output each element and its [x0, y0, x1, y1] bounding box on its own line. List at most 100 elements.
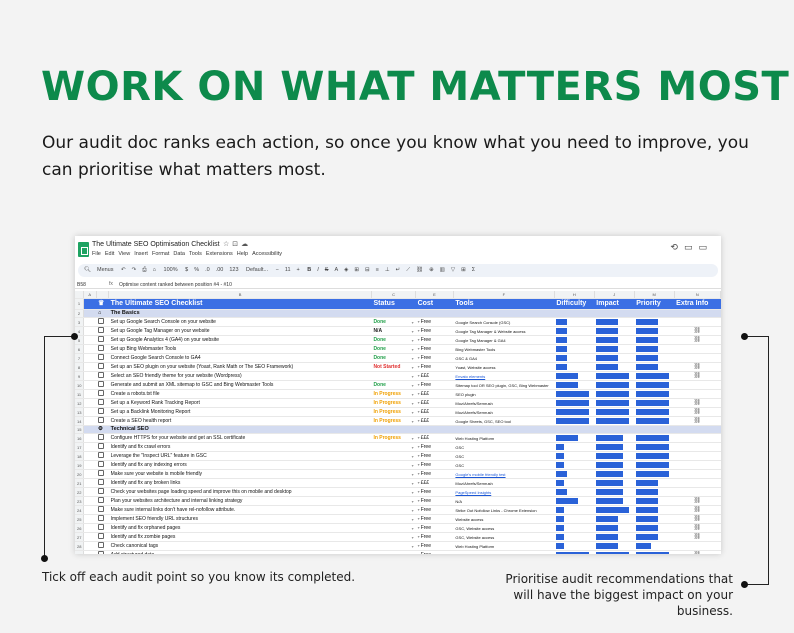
header-tools[interactable]: Tools: [453, 298, 555, 310]
checkbox[interactable]: [98, 372, 105, 379]
priority-cell[interactable]: [634, 389, 675, 399]
row-number[interactable]: 1: [75, 298, 84, 310]
row-number[interactable]: 23: [75, 496, 84, 506]
tools-cell[interactable]: Structured Data Markup Helper: [453, 550, 555, 554]
impact-cell[interactable]: [594, 523, 635, 533]
impact-cell[interactable]: [594, 514, 635, 524]
checkbox-cell[interactable]: [96, 478, 109, 488]
extra-info-cell[interactable]: [674, 433, 721, 443]
checkbox[interactable]: [98, 452, 105, 459]
difficulty-cell[interactable]: [554, 380, 595, 390]
checkbox-cell[interactable]: [96, 523, 109, 533]
task-cell[interactable]: Implement SEO friendly URL structures: [108, 514, 372, 524]
row-number[interactable]: 17: [75, 442, 84, 452]
extra-info-cell[interactable]: ⛓: [674, 523, 721, 533]
checkbox[interactable]: [98, 542, 105, 549]
task-cell[interactable]: Create a robots.txt file: [108, 389, 372, 399]
cost-cell[interactable]: ▾ £££: [415, 398, 454, 408]
impact-cell[interactable]: [594, 380, 635, 390]
impact-cell[interactable]: [594, 416, 635, 426]
difficulty-cell[interactable]: [554, 514, 595, 524]
task-cell[interactable]: Make sure internal links don't have rel-…: [108, 505, 372, 515]
difficulty-cell[interactable]: [554, 541, 595, 551]
valign-icon[interactable]: ⊥: [385, 267, 390, 273]
checkbox[interactable]: [98, 461, 105, 468]
extra-info-cell[interactable]: [674, 541, 721, 551]
dropdown-arrow-icon[interactable]: ▾: [412, 409, 414, 416]
task-cell[interactable]: Add structured data: [108, 550, 372, 554]
extra-info-cell[interactable]: [674, 442, 721, 452]
dropdown-arrow-icon[interactable]: ▾: [412, 498, 414, 505]
dropdown-arrow-icon[interactable]: ▾: [412, 525, 414, 532]
menu-view[interactable]: View: [118, 251, 130, 257]
history-icon[interactable]: ⟲: [670, 243, 684, 253]
impact-cell[interactable]: [594, 532, 635, 542]
decrease-decimal-button[interactable]: .0: [205, 267, 210, 273]
cost-cell[interactable]: ▾ £££: [415, 478, 454, 488]
status-cell[interactable]: Done ▾: [371, 380, 416, 390]
menu-help[interactable]: Help: [237, 251, 248, 257]
extra-info-cell[interactable]: [674, 317, 721, 327]
row-number[interactable]: 22: [75, 487, 84, 497]
impact-cell[interactable]: [594, 317, 635, 327]
checkbox-cell[interactable]: [96, 442, 109, 452]
status-cell[interactable]: In Progress ▾: [371, 398, 416, 408]
task-cell[interactable]: Set up Google Search Console on your web…: [108, 317, 372, 327]
extra-info-cell[interactable]: [674, 451, 721, 461]
checkbox-cell[interactable]: [96, 532, 109, 542]
task-cell[interactable]: Set up an SEO plugin on your website (Yo…: [108, 362, 372, 372]
dropdown-arrow-icon[interactable]: ▾: [412, 319, 414, 326]
checkbox-cell[interactable]: [96, 496, 109, 506]
checkbox[interactable]: [98, 345, 105, 352]
impact-cell[interactable]: [594, 335, 635, 345]
link-icon[interactable]: ⛓: [676, 418, 718, 425]
checkbox[interactable]: [98, 318, 105, 325]
impact-cell[interactable]: [594, 496, 635, 506]
difficulty-cell[interactable]: [554, 433, 595, 443]
section-title[interactable]: Technical SEO: [108, 425, 721, 434]
col-letter[interactable]: H: [554, 291, 595, 299]
status-cell[interactable]: ▾: [371, 478, 416, 488]
priority-cell[interactable]: [634, 362, 675, 372]
task-cell[interactable]: Set up Google Analytics 4 (GA4) on your …: [108, 335, 372, 345]
link-icon[interactable]: ⛓: [676, 409, 718, 416]
status-cell[interactable]: ▾: [371, 550, 416, 554]
task-cell[interactable]: Check your websites page loading speed a…: [108, 487, 372, 497]
priority-cell[interactable]: [634, 532, 675, 542]
cost-cell[interactable]: ▾ £££: [415, 371, 454, 381]
checkbox[interactable]: [98, 488, 105, 495]
status-cell[interactable]: Done ▾: [371, 353, 416, 363]
dropdown-arrow-icon[interactable]: ▾: [412, 328, 414, 335]
chart-icon[interactable]: ▥: [440, 267, 445, 273]
impact-cell[interactable]: [594, 442, 635, 452]
priority-cell[interactable]: [634, 451, 675, 461]
bold-icon[interactable]: B: [307, 267, 311, 273]
paint-format-icon[interactable]: ⌂: [153, 267, 156, 273]
extra-info-cell[interactable]: ⛓: [674, 398, 721, 408]
extra-info-cell[interactable]: [674, 380, 721, 390]
cost-cell[interactable]: ▾ Free: [415, 442, 454, 452]
task-cell[interactable]: Set up a Backlink Monitoring Report: [108, 407, 372, 417]
tools-cell[interactable]: PageSpeed Insights: [453, 487, 555, 497]
borders-icon[interactable]: ⊞: [354, 267, 359, 273]
col-letter[interactable]: B: [108, 291, 372, 299]
checkbox[interactable]: [98, 443, 105, 450]
checkbox[interactable]: [98, 551, 105, 554]
extra-info-cell[interactable]: [674, 478, 721, 488]
currency-button[interactable]: $: [185, 267, 188, 273]
cloud-icon[interactable]: ☁: [241, 240, 251, 248]
dropdown-arrow-icon[interactable]: ▾: [412, 543, 414, 550]
impact-cell[interactable]: [594, 353, 635, 363]
filter-icon[interactable]: ▽: [451, 267, 455, 273]
status-cell[interactable]: Not Started ▾: [371, 362, 416, 372]
cost-cell[interactable]: ▾ Free: [415, 523, 454, 533]
checkbox[interactable]: [98, 363, 105, 370]
row-number[interactable]: 27: [75, 532, 84, 542]
text-color-icon[interactable]: A: [334, 267, 338, 273]
header-title[interactable]: The Ultimate SEO Checklist: [108, 298, 372, 310]
checkbox-cell[interactable]: [96, 541, 109, 551]
header-priority[interactable]: Priority: [634, 298, 675, 310]
checkbox[interactable]: [98, 408, 105, 415]
checkbox-cell[interactable]: [96, 398, 109, 408]
checkbox-cell[interactable]: [96, 380, 109, 390]
